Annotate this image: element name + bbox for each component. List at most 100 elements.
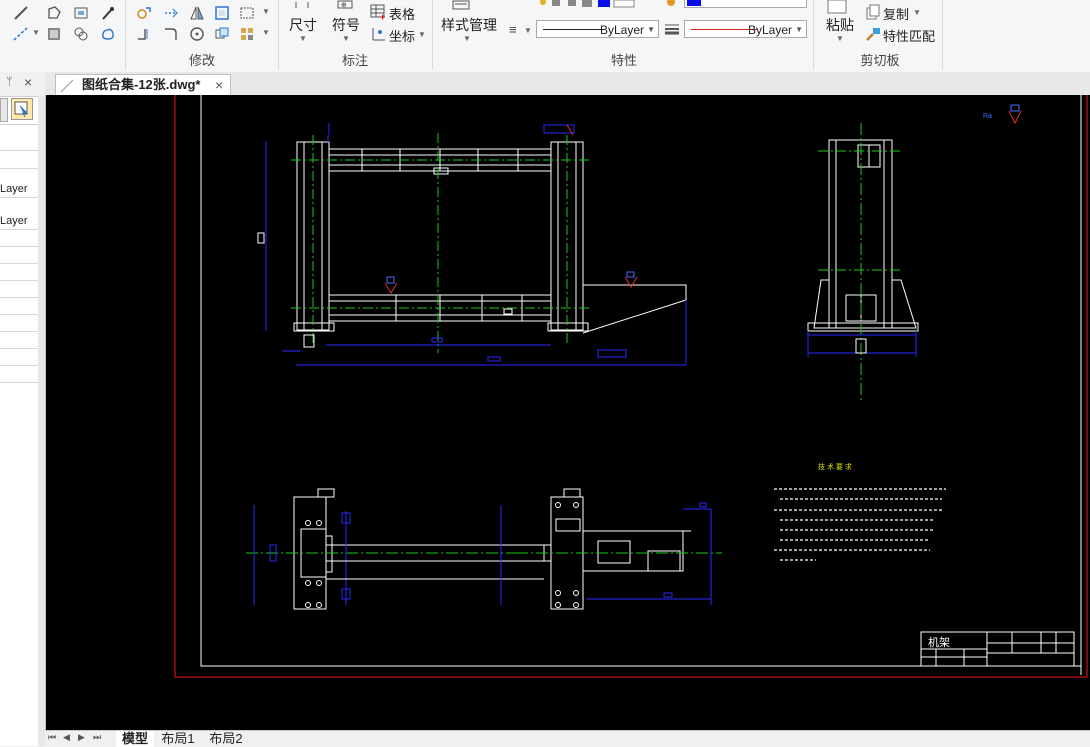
separator	[942, 0, 943, 70]
trim-icon[interactable]	[135, 25, 153, 43]
property-row[interactable]	[0, 247, 38, 264]
quick-select-icon	[14, 101, 29, 118]
dropdown-arrow-icon[interactable]: ▼	[913, 8, 921, 17]
group-label-dimension: 标注	[341, 53, 368, 68]
property-row[interactable]	[0, 264, 38, 281]
property-row[interactable]	[0, 298, 38, 315]
match-properties-button[interactable]: 特性匹配	[883, 26, 935, 45]
tab-layout1[interactable]: 布局1	[157, 731, 199, 747]
front-view	[257, 123, 687, 366]
layer-toolbar-icons[interactable]	[538, 0, 678, 8]
property-row-layer[interactable]: Layer	[0, 181, 38, 198]
property-row[interactable]	[0, 366, 38, 383]
property-row[interactable]	[0, 230, 38, 247]
property-row[interactable]	[0, 349, 38, 366]
coordinate-button[interactable]: 坐标	[389, 26, 415, 45]
dropdown-arrow-icon[interactable]: ▼	[524, 26, 532, 35]
coordinate-icon[interactable]	[370, 25, 388, 43]
roughness-mark: Ra	[983, 113, 992, 120]
tab-layout2-label: 布局2	[209, 731, 243, 746]
document-tab[interactable]: 图纸合集-12张.dwg* ×	[55, 74, 231, 95]
svg-text:技 术 要 求: 技 术 要 求	[818, 462, 852, 471]
tab-layout1-label: 布局1	[161, 731, 195, 746]
stretch-icon[interactable]	[162, 4, 180, 22]
property-row[interactable]	[0, 281, 38, 298]
mirror-icon[interactable]	[188, 4, 206, 22]
pin-icon[interactable]: ᛘ	[6, 76, 13, 88]
copy-icon[interactable]	[864, 3, 882, 21]
linetype-value: ByLayer	[599, 23, 644, 37]
separator	[125, 0, 126, 70]
layout-tab-bar: ⏮ ◀ ▶ ⏭ 模型 布局1 布局2	[45, 730, 1090, 747]
layer-value: Layer	[0, 183, 28, 195]
rectangle-icon[interactable]	[238, 4, 256, 22]
table-button[interactable]: 表格	[389, 4, 415, 23]
next-tab-icon[interactable]: ▶	[78, 732, 85, 743]
svg-text:⊕: ⊕	[341, 2, 347, 9]
wipeout-icon[interactable]	[72, 4, 90, 22]
linetype-combo[interactable]: ByLayer ▼	[536, 20, 659, 38]
property-row-layer[interactable]: Layer	[0, 213, 38, 230]
close-icon[interactable]: ×	[24, 74, 32, 90]
panel-scrollbar[interactable]	[38, 96, 45, 746]
move-icon[interactable]	[135, 4, 153, 22]
color-combo[interactable]	[684, 0, 807, 8]
dropdown-arrow-icon[interactable]: ▼	[418, 30, 426, 39]
region-icon[interactable]	[72, 25, 90, 43]
roughness-symbol	[1008, 110, 1022, 125]
paste-button[interactable]: 粘贴	[826, 15, 854, 35]
ray-icon[interactable]	[12, 25, 30, 43]
first-tab-icon[interactable]: ⏮	[48, 732, 56, 743]
symbol-button[interactable]: 符号	[332, 15, 360, 35]
match-properties-icon[interactable]	[864, 25, 882, 43]
last-tab-icon[interactable]: ⏭	[93, 732, 101, 743]
group-label-modify: 修改	[188, 53, 215, 68]
property-row[interactable]	[0, 315, 38, 332]
prev-tab-icon[interactable]: ◀	[63, 732, 70, 743]
panel-button[interactable]	[0, 98, 8, 122]
dropdown-arrow-icon[interactable]: ▼	[342, 34, 350, 43]
property-row[interactable]	[0, 152, 38, 169]
hatch-icon[interactable]	[45, 25, 63, 43]
dropdown-arrow-icon[interactable]: ▼	[463, 34, 471, 43]
revcloud-icon[interactable]	[99, 25, 117, 43]
tab-close-icon[interactable]: ×	[215, 75, 223, 95]
list-icon[interactable]: ≡	[509, 22, 517, 37]
svg-text:+: +	[380, 12, 385, 21]
layer-value: Layer	[0, 215, 28, 227]
dropdown-arrow-icon[interactable]: ▼	[262, 7, 270, 16]
lineweight-combo[interactable]: ByLayer ▼	[684, 20, 807, 38]
rotate-icon[interactable]	[188, 25, 206, 43]
separator	[813, 0, 814, 70]
properties-panel: ᛘ × Layer Layer	[0, 72, 46, 746]
copy-object-icon[interactable]	[213, 25, 231, 43]
table-icon[interactable]: +	[370, 3, 388, 21]
pick-icon[interactable]	[99, 4, 117, 22]
dropdown-arrow-icon[interactable]: ▼	[299, 34, 307, 43]
array-icon[interactable]	[238, 25, 256, 43]
property-row[interactable]	[0, 134, 38, 151]
quick-select-button[interactable]	[11, 98, 33, 120]
side-view	[807, 123, 919, 403]
dropdown-arrow-icon[interactable]: ▼	[836, 34, 844, 43]
offset-icon[interactable]	[213, 4, 231, 22]
dropdown-arrow-icon[interactable]: ▼	[262, 28, 270, 37]
tab-model-label: 模型	[121, 731, 148, 746]
dropdown-arrow-icon[interactable]: ▼	[32, 28, 40, 37]
property-row[interactable]	[0, 332, 38, 349]
tab-model[interactable]: 模型	[116, 731, 154, 747]
line-icon[interactable]	[12, 4, 30, 22]
separator	[432, 0, 433, 70]
style-manager-button[interactable]: 样式管理	[441, 15, 497, 35]
lineweight-icon[interactable]	[663, 20, 681, 38]
dimension-button[interactable]: 尺寸	[289, 15, 317, 35]
document-tab-title: 图纸合集-12张.dwg*	[82, 77, 201, 92]
fillet-icon[interactable]	[162, 25, 180, 43]
paste-icon[interactable]	[826, 0, 848, 14]
copy-button[interactable]: 复制	[883, 4, 909, 23]
polygon-icon[interactable]	[45, 4, 63, 22]
tab-layout2[interactable]: 布局2	[205, 731, 247, 747]
linetype-preview	[543, 29, 603, 30]
paper-outer-border	[174, 95, 1088, 678]
drawing-canvas[interactable]: Ra 技 术 要 求 机架	[46, 95, 1090, 730]
